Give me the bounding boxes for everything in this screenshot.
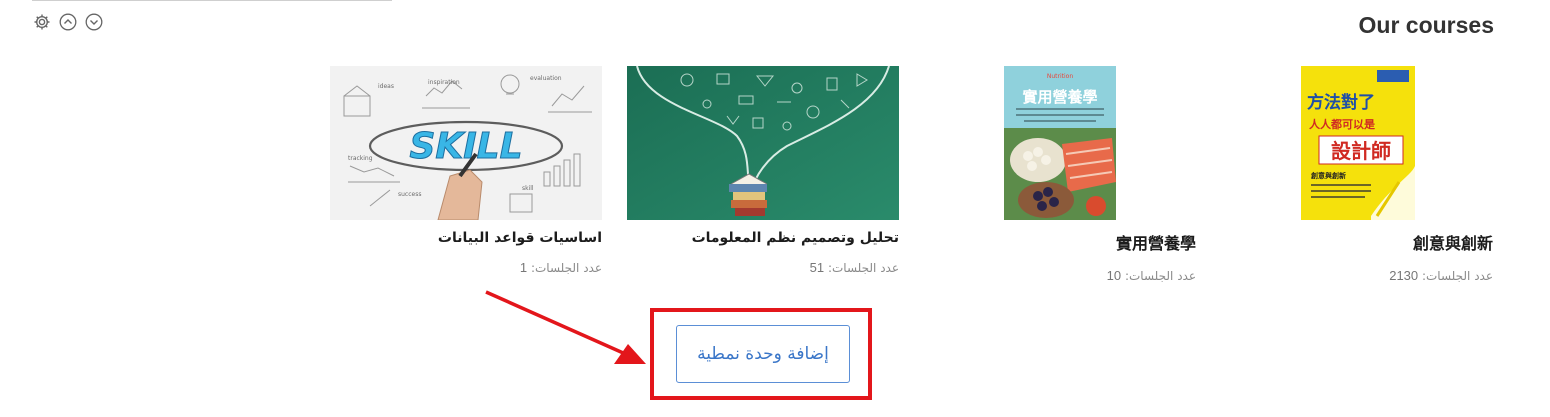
block-controls	[32, 12, 104, 32]
session-label: عدد الجلسات:	[1124, 269, 1196, 283]
cover-title-line: 人人都可以是	[1309, 117, 1376, 131]
course-image-skill[interactable]: SKILL ideas inspiration evaluation track…	[330, 66, 602, 220]
cover-title-large: 設計師	[1331, 139, 1391, 163]
course-image-chalkboard[interactable]	[627, 66, 899, 220]
course-title[interactable]: 創意與創新	[1221, 230, 1493, 254]
session-label: عدد الجلسات:	[530, 261, 602, 275]
add-module-button[interactable]: إضافة وحدة نمطية	[676, 325, 850, 383]
cover-badge: 創意與創新	[1310, 171, 1346, 180]
course-title[interactable]: اساسيات قواعد البيانات	[330, 230, 602, 246]
session-count: عدد الجلسات: 10	[924, 268, 1196, 283]
skill-word: SKILL	[409, 126, 522, 167]
course-title[interactable]: تحليل وتصميم نظم المعلومات	[627, 230, 899, 246]
session-count: عدد الجلسات: 2130	[1221, 268, 1493, 283]
session-label: عدد الجلسات:	[827, 261, 899, 275]
cover-title: 實用營養學	[1022, 88, 1097, 106]
gear-icon[interactable]	[32, 12, 52, 32]
chevron-down-circle-icon[interactable]	[84, 12, 104, 32]
session-count: عدد الجلسات: 51	[627, 260, 899, 275]
sketch-word: evaluation	[530, 75, 562, 82]
annotation-arrow	[485, 290, 646, 364]
sketch-word: skill	[522, 185, 534, 192]
cover-subtitle: Nutrition	[1047, 73, 1073, 80]
session-number: 1	[519, 260, 528, 275]
course-image-design-book[interactable]: 方法對了 人人都可以是 設計師 創意與創新	[1221, 66, 1493, 220]
sketch-word: success	[398, 191, 421, 198]
course-card[interactable]: تحليل وتصميم نظم المعلومات عدد الجلسات: …	[627, 66, 899, 275]
course-image-nutrition-book[interactable]: Nutrition 實用營養學	[924, 66, 1196, 220]
session-number: 2130	[1389, 268, 1419, 283]
top-divider	[32, 0, 392, 1]
cover-title: 方法對了	[1307, 92, 1375, 113]
section-title: Our courses	[1358, 12, 1495, 38]
course-card[interactable]: 方法對了 人人都可以是 設計師 創意與創新 創意與創新 عدد الجلسات:…	[1221, 66, 1493, 283]
sketch-word: tracking	[348, 155, 373, 162]
session-label: عدد الجلسات:	[1421, 269, 1493, 283]
session-count: عدد الجلسات: 1	[330, 260, 602, 275]
session-number: 10	[1106, 268, 1122, 283]
sketch-word: inspiration	[428, 79, 460, 86]
sketch-word: ideas	[378, 83, 394, 90]
course-card[interactable]: Nutrition 實用營養學 實用營養學 عدد الجلسات: 10	[924, 66, 1196, 283]
chevron-up-circle-icon[interactable]	[58, 12, 78, 32]
course-title[interactable]: 實用營養學	[924, 230, 1196, 254]
session-number: 51	[809, 260, 825, 275]
course-card[interactable]: SKILL ideas inspiration evaluation track…	[330, 66, 602, 275]
